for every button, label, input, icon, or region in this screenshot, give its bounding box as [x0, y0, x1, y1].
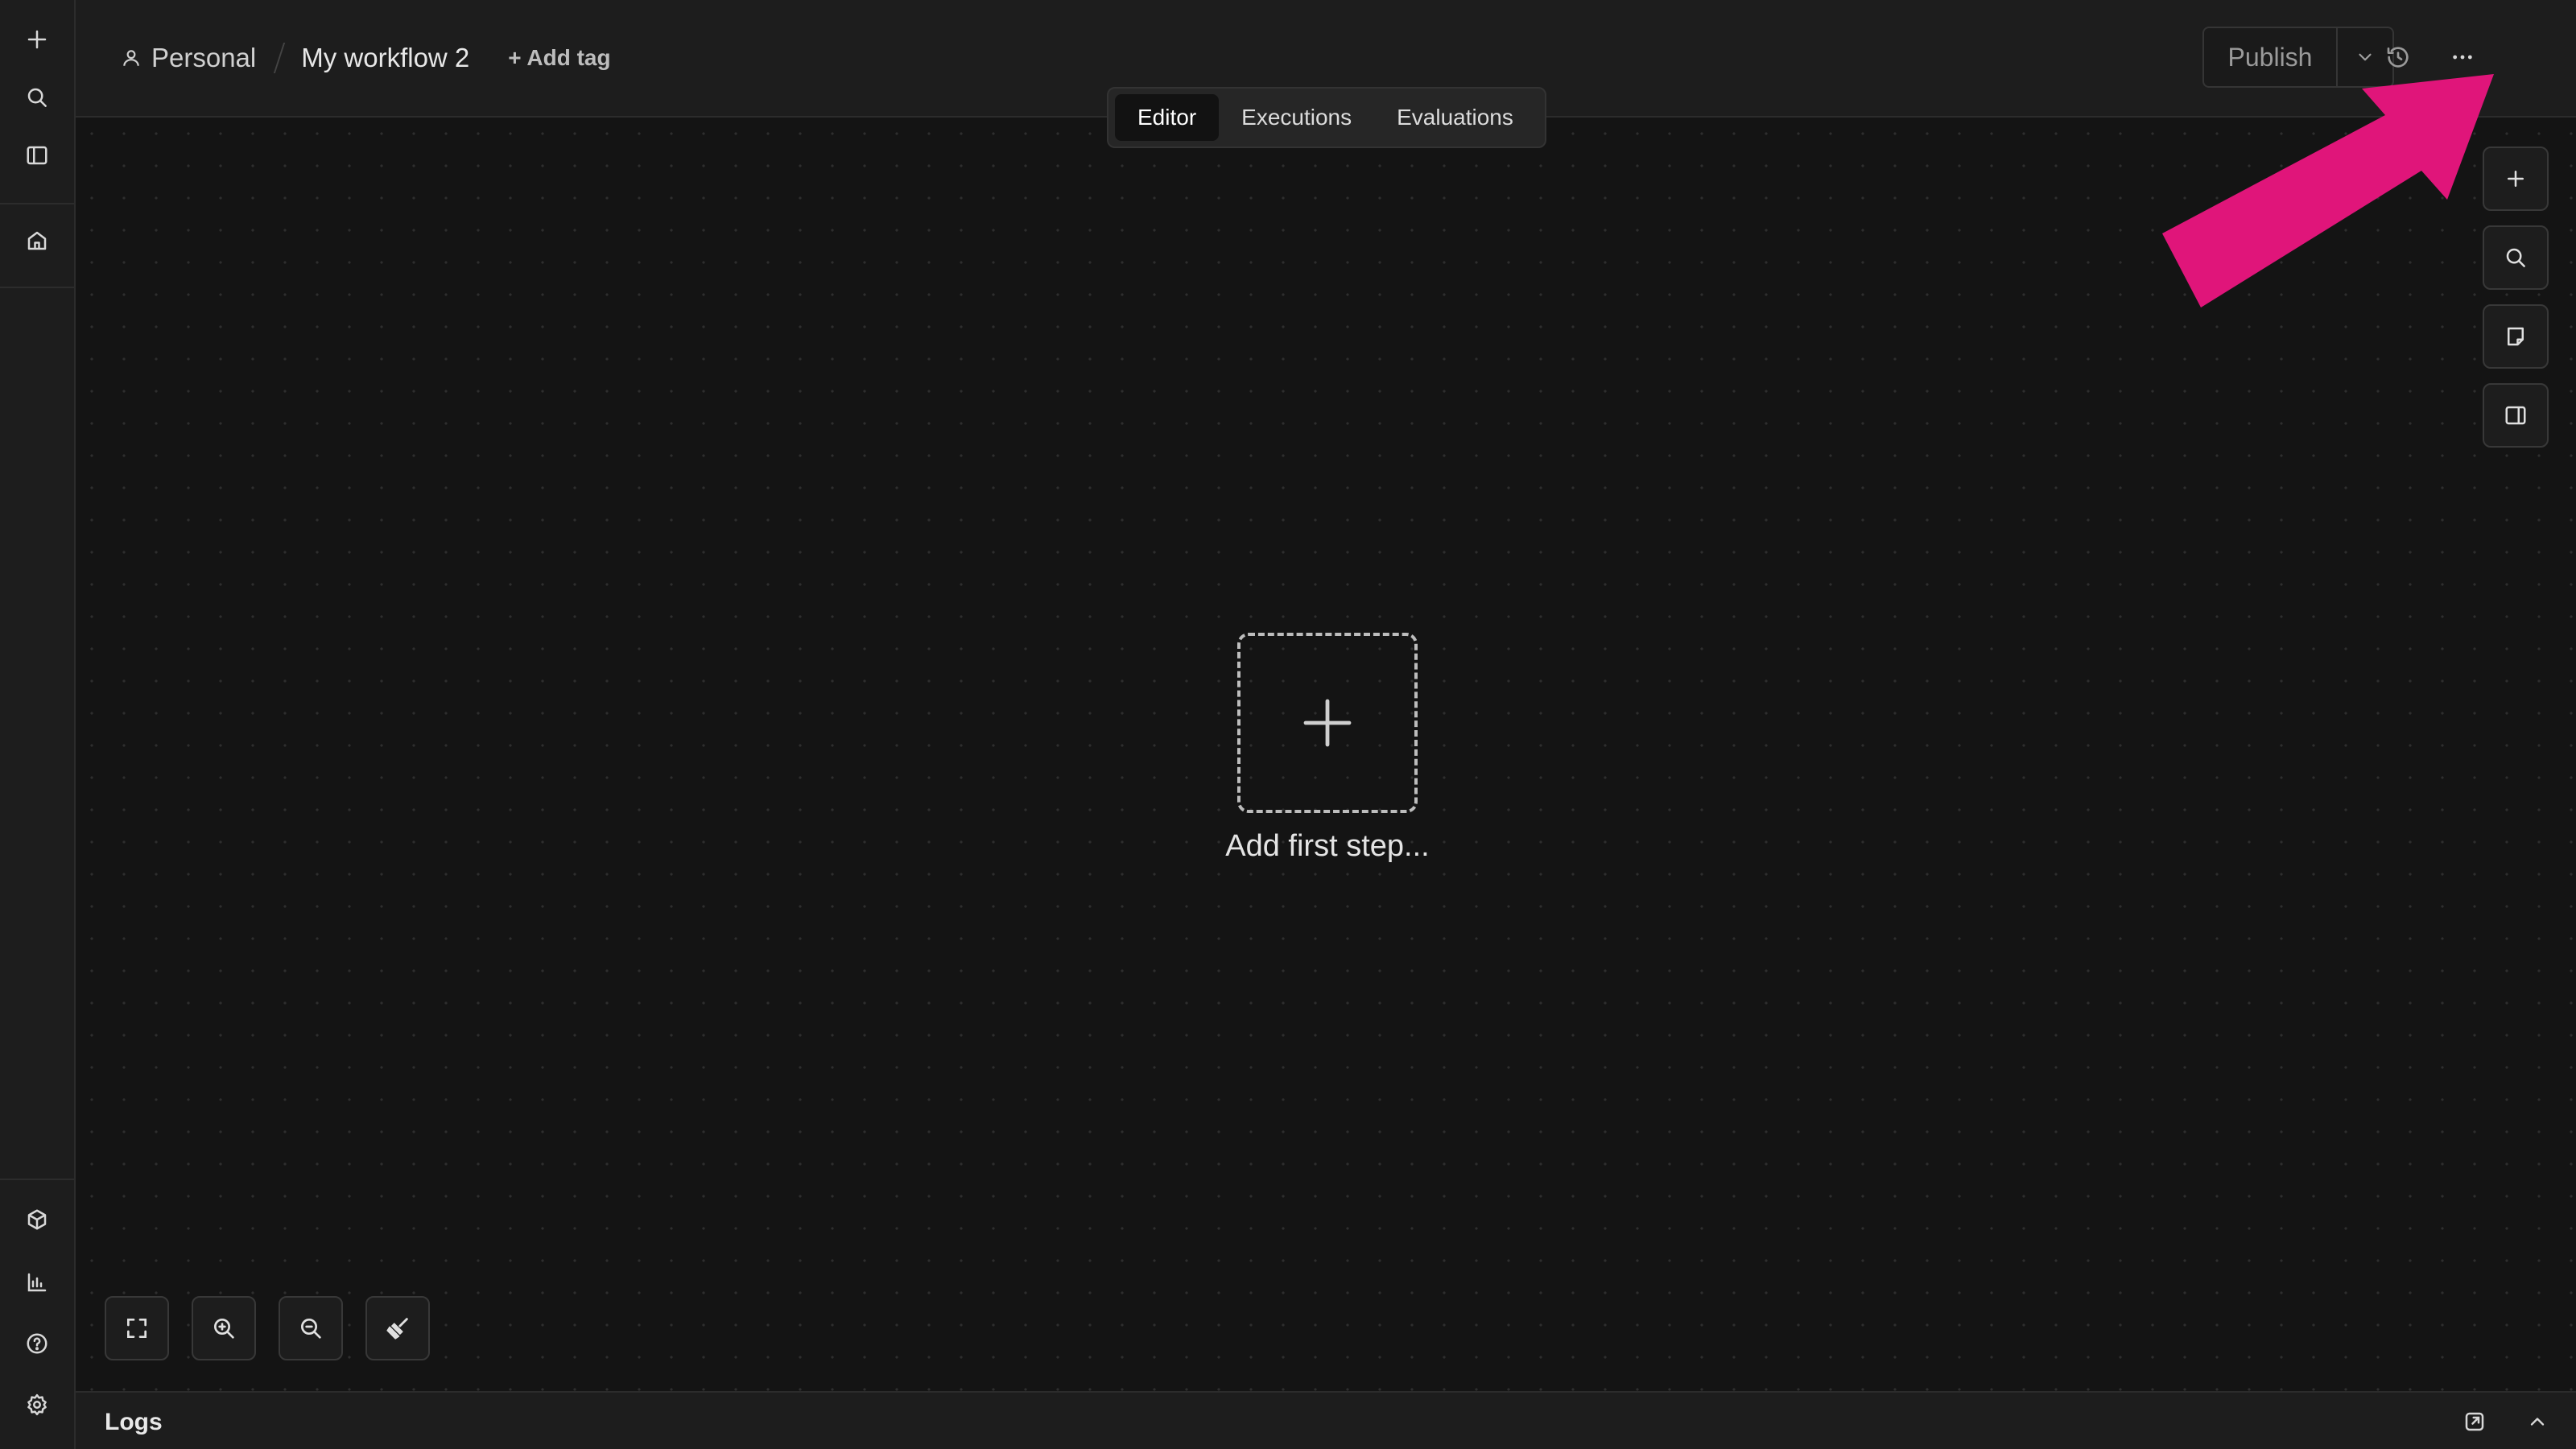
search-icon[interactable] — [19, 79, 56, 116]
plus-icon[interactable] — [19, 21, 56, 58]
workflow-canvas[interactable]: Add first step... — [76, 118, 2576, 1391]
insights-icon[interactable] — [19, 1264, 56, 1301]
broom-icon — [384, 1315, 411, 1342]
add-node-button[interactable] — [2483, 147, 2549, 211]
breadcrumb-separator — [274, 43, 286, 73]
templates-icon[interactable] — [19, 1201, 56, 1238]
workflow-title[interactable]: My workflow 2 — [301, 43, 469, 73]
fullscreen-icon — [124, 1315, 150, 1341]
tab-evaluations[interactable]: Evaluations — [1374, 94, 1536, 141]
sidebar-divider — [0, 287, 74, 288]
logs-panel-bar[interactable]: Logs — [76, 1391, 2576, 1449]
user-icon — [121, 47, 142, 68]
toggle-panel-button[interactable] — [2483, 383, 2549, 448]
sidebar-divider — [0, 203, 74, 204]
panel-right-icon — [2504, 403, 2528, 427]
home-icon[interactable] — [19, 222, 56, 259]
search-nodes-button[interactable] — [2483, 225, 2549, 290]
breadcrumb-project[interactable]: Personal — [121, 43, 256, 73]
history-icon[interactable] — [2380, 39, 2417, 76]
publish-button[interactable]: Publish — [2204, 28, 2338, 86]
view-tabs: Editor Executions Evaluations — [1107, 87, 1546, 148]
add-first-step-label: Add first step... — [1225, 829, 1430, 863]
canvas-right-toolbar — [2483, 147, 2549, 462]
canvas-zoom-toolbar — [105, 1296, 430, 1360]
logs-label: Logs — [105, 1409, 163, 1435]
sticky-note-icon — [2504, 324, 2528, 349]
sidebar-divider — [0, 1179, 74, 1180]
more-options-icon[interactable] — [2444, 39, 2481, 76]
fit-view-button[interactable] — [105, 1296, 169, 1360]
panel-icon[interactable] — [19, 137, 56, 174]
tab-editor[interactable]: Editor — [1115, 94, 1220, 141]
chevron-up-icon[interactable] — [2520, 1404, 2555, 1439]
project-name: Personal — [151, 43, 257, 72]
pop-out-icon[interactable] — [2457, 1404, 2492, 1439]
add-first-step-button[interactable] — [1237, 633, 1418, 813]
zoom-out-button[interactable] — [279, 1296, 343, 1360]
zoom-in-icon — [211, 1315, 237, 1341]
zoom-out-icon — [298, 1315, 324, 1341]
plus-icon — [2504, 167, 2528, 191]
tab-executions[interactable]: Executions — [1219, 94, 1374, 141]
plus-icon — [1298, 694, 1356, 752]
search-icon — [2504, 246, 2528, 270]
zoom-in-button[interactable] — [192, 1296, 256, 1360]
settings-icon[interactable] — [19, 1386, 56, 1423]
breadcrumb: Personal My workflow 2 + Add tag — [121, 40, 611, 76]
add-tag-button[interactable]: + Add tag — [508, 45, 610, 71]
left-sidebar — [0, 0, 76, 1449]
tidy-up-button[interactable] — [365, 1296, 430, 1360]
sticky-note-button[interactable] — [2483, 304, 2549, 369]
chevron-down-icon — [2355, 47, 2376, 68]
publish-button-group: Publish — [2202, 27, 2394, 88]
help-icon[interactable] — [19, 1325, 56, 1362]
